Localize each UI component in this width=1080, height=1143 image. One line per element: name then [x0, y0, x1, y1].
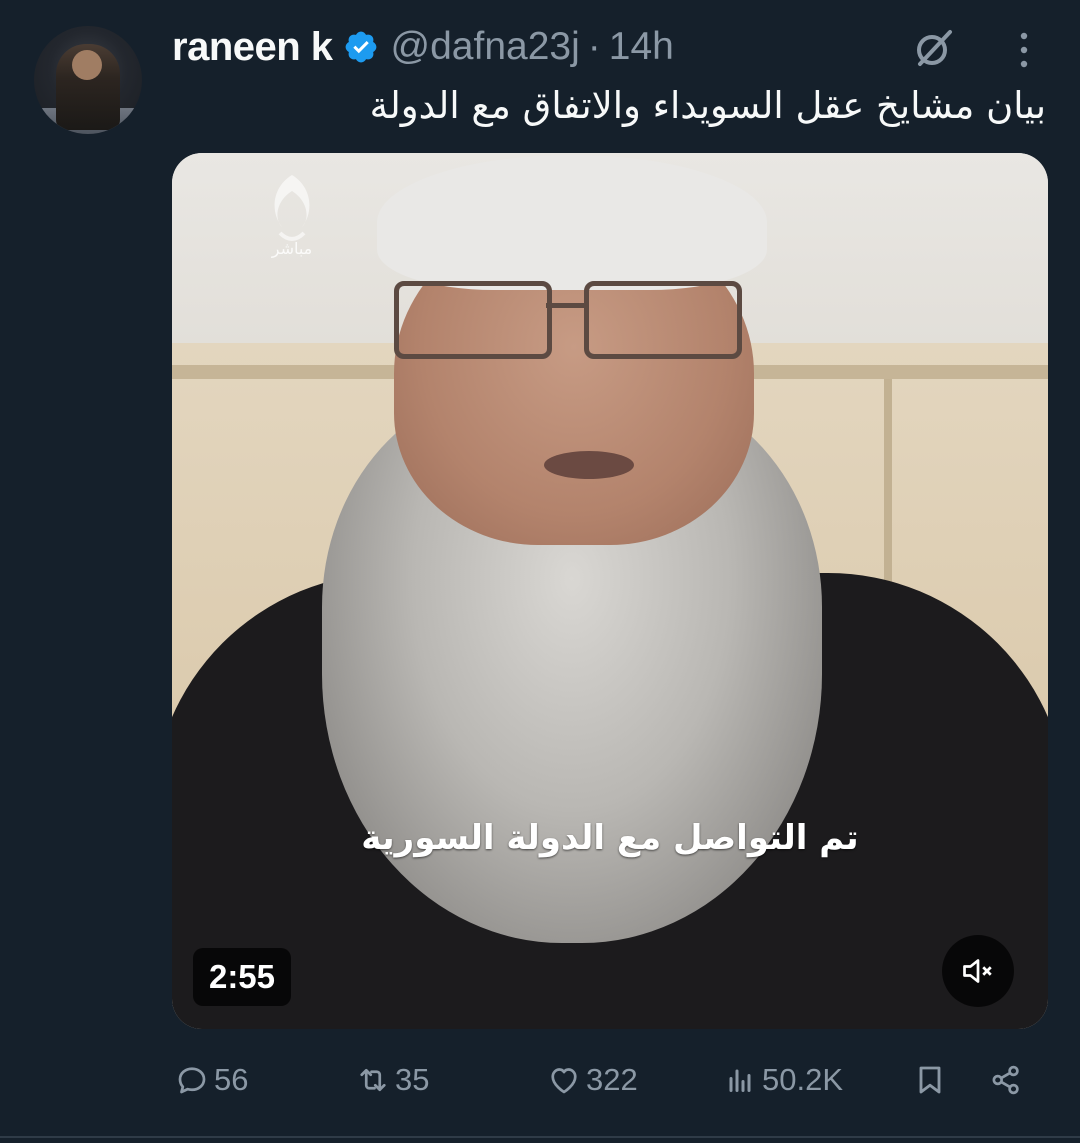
tweet-header: raneen k @dafna23j · 14h — [172, 20, 674, 74]
share-icon — [992, 1065, 1019, 1095]
video-person-cap — [377, 155, 767, 290]
video-player[interactable]: مباشر تم التواصل مع الدولة السورية — [172, 153, 1048, 1029]
author-name[interactable]: raneen k — [172, 25, 333, 70]
views-button[interactable]: 50.2K — [722, 1055, 843, 1105]
avatar[interactable] — [34, 26, 142, 134]
like-icon — [551, 1068, 577, 1094]
views-icon — [729, 1069, 751, 1092]
author-handle[interactable]: @dafna23j — [391, 25, 580, 69]
video-person-glasses-left — [394, 281, 552, 359]
video-person-mouth — [544, 451, 634, 479]
mute-icon — [963, 959, 992, 983]
grok-icon[interactable] — [912, 26, 956, 70]
channel-logo-label: مباشر — [271, 239, 313, 258]
avatar-face — [72, 50, 102, 80]
channel-logo-icon — [274, 175, 310, 241]
repost-button[interactable]: 35 — [355, 1055, 429, 1105]
share-button[interactable] — [988, 1055, 1028, 1105]
reply-count: 56 — [214, 1062, 249, 1097]
video-person-glasses-bridge — [546, 303, 586, 308]
more-icon[interactable] — [1016, 30, 1032, 70]
timestamp[interactable]: 14h — [609, 25, 674, 69]
video-person-glasses-right — [584, 281, 742, 359]
tweet-divider — [0, 1136, 1080, 1138]
views-count: 50.2K — [762, 1062, 844, 1097]
action-bar: 56 35 322 50.2K — [0, 1055, 1080, 1105]
bookmark-icon — [919, 1066, 941, 1094]
video-duration: 2:55 — [193, 948, 291, 1006]
separator-dot: · — [587, 25, 601, 68]
like-count: 322 — [586, 1062, 638, 1097]
like-button[interactable]: 322 — [546, 1055, 638, 1105]
mute-button[interactable] — [942, 935, 1014, 1007]
bookmark-button[interactable] — [912, 1055, 952, 1105]
verified-icon[interactable] — [343, 29, 379, 65]
video-caption: تم التواصل مع الدولة السورية — [361, 818, 859, 858]
repost-icon — [360, 1068, 386, 1092]
repost-count: 35 — [395, 1062, 430, 1097]
reply-icon — [178, 1067, 206, 1094]
tweet-text: بيان مشايخ عقل السويداء والاتفاق مع الدو… — [369, 84, 1046, 127]
reply-button[interactable]: 56 — [174, 1055, 248, 1105]
